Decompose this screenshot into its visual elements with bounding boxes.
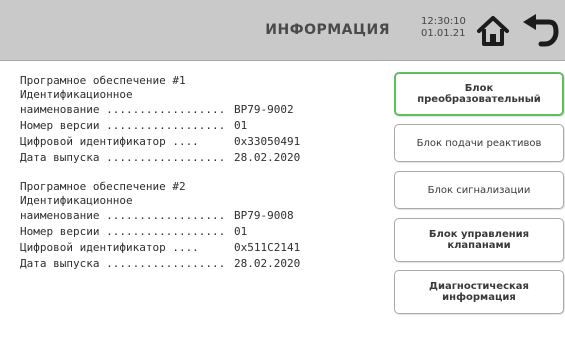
button-label-line2: клапанами (447, 240, 511, 251)
info-row-name: наименование .................. ВР79-9008 (20, 208, 370, 224)
page-title: ИНФОРМАЦИЯ (265, 22, 390, 38)
button-label-line2: преобразовательный (417, 94, 541, 105)
info-row-version: Номер версии .................. 01 (20, 224, 370, 240)
block-gap (20, 166, 370, 180)
clock: 12:30:10 01.01.21 (421, 16, 471, 40)
home-button[interactable] (475, 14, 511, 48)
info-value: ВР79-9008 (234, 209, 294, 222)
clock-time: 12:30:10 (421, 16, 466, 27)
software-block-1: Програмное обеспечение #1 Идентификацион… (20, 74, 370, 166)
valve-control-unit-button[interactable]: Блок управления клапанами (394, 218, 564, 262)
info-label: Цифровой идентификатор .... (20, 135, 199, 148)
info-value: 01 (234, 119, 248, 132)
software-title: Програмное обеспечение #1 (20, 74, 186, 87)
info-value: 28.02.2020 (234, 151, 301, 164)
info-value: 01 (234, 225, 248, 238)
info-row-date: Дата выпуска .................. 28.02.202… (20, 256, 370, 272)
info-value: 28.02.2020 (234, 257, 301, 270)
info-value: 0x511C2141 (234, 241, 301, 254)
info-label: Дата выпуска .................. (20, 151, 226, 164)
converter-unit-button[interactable]: Блок преобразовательный (394, 72, 564, 116)
info-label: наименование .................. (20, 103, 226, 116)
button-label-line1: Диагностическая (429, 281, 529, 292)
button-label-line1: Блок управления (428, 229, 530, 240)
software-info: Програмное обеспечение #1 Идентификацион… (20, 74, 370, 272)
reagent-supply-unit-button[interactable]: Блок подачи реактивов (394, 124, 564, 162)
info-row-name: наименование .................. ВР79-9002 (20, 102, 370, 118)
name-label-line1: Идентификационное (20, 194, 133, 207)
software-block-2: Програмное обеспечение #2 Идентификацион… (20, 180, 370, 272)
software-title: Програмное обеспечение #2 (20, 180, 186, 193)
button-label-line1: Блок подачи реактивов (416, 137, 542, 149)
info-label: наименование .................. (20, 209, 226, 222)
info-value: 0x33050491 (234, 135, 301, 148)
back-arrow-icon (523, 14, 559, 47)
button-label-line1: Блок сигнализации (427, 184, 531, 196)
top-bar: ИНФОРМАЦИЯ 12:30:10 01.01.21 (0, 0, 565, 61)
home-icon (477, 16, 509, 46)
info-value: ВР79-9002 (234, 103, 294, 116)
button-label-line1: Блок (464, 83, 494, 94)
button-label-line2: информация (442, 292, 516, 303)
info-row-version: Номер версии .................. 01 (20, 118, 370, 134)
alarm-unit-button[interactable]: Блок сигнализации (394, 171, 564, 209)
info-label: Номер версии .................. (20, 119, 226, 132)
diagnostic-info-button[interactable]: Диагностическая информация (394, 270, 564, 314)
info-label: Цифровой идентификатор .... (20, 241, 199, 254)
info-row-date: Дата выпуска .................. 28.02.202… (20, 150, 370, 166)
info-label: Дата выпуска .................. (20, 257, 226, 270)
info-row-checksum: Цифровой идентификатор .... 0x33050491 (20, 134, 370, 150)
info-row-checksum: Цифровой идентификатор .... 0x511C2141 (20, 240, 370, 256)
back-button[interactable] (521, 14, 559, 48)
name-label-line1: Идентификационное (20, 88, 133, 101)
info-label: Номер версии .................. (20, 225, 226, 238)
clock-date: 01.01.21 (421, 28, 466, 39)
